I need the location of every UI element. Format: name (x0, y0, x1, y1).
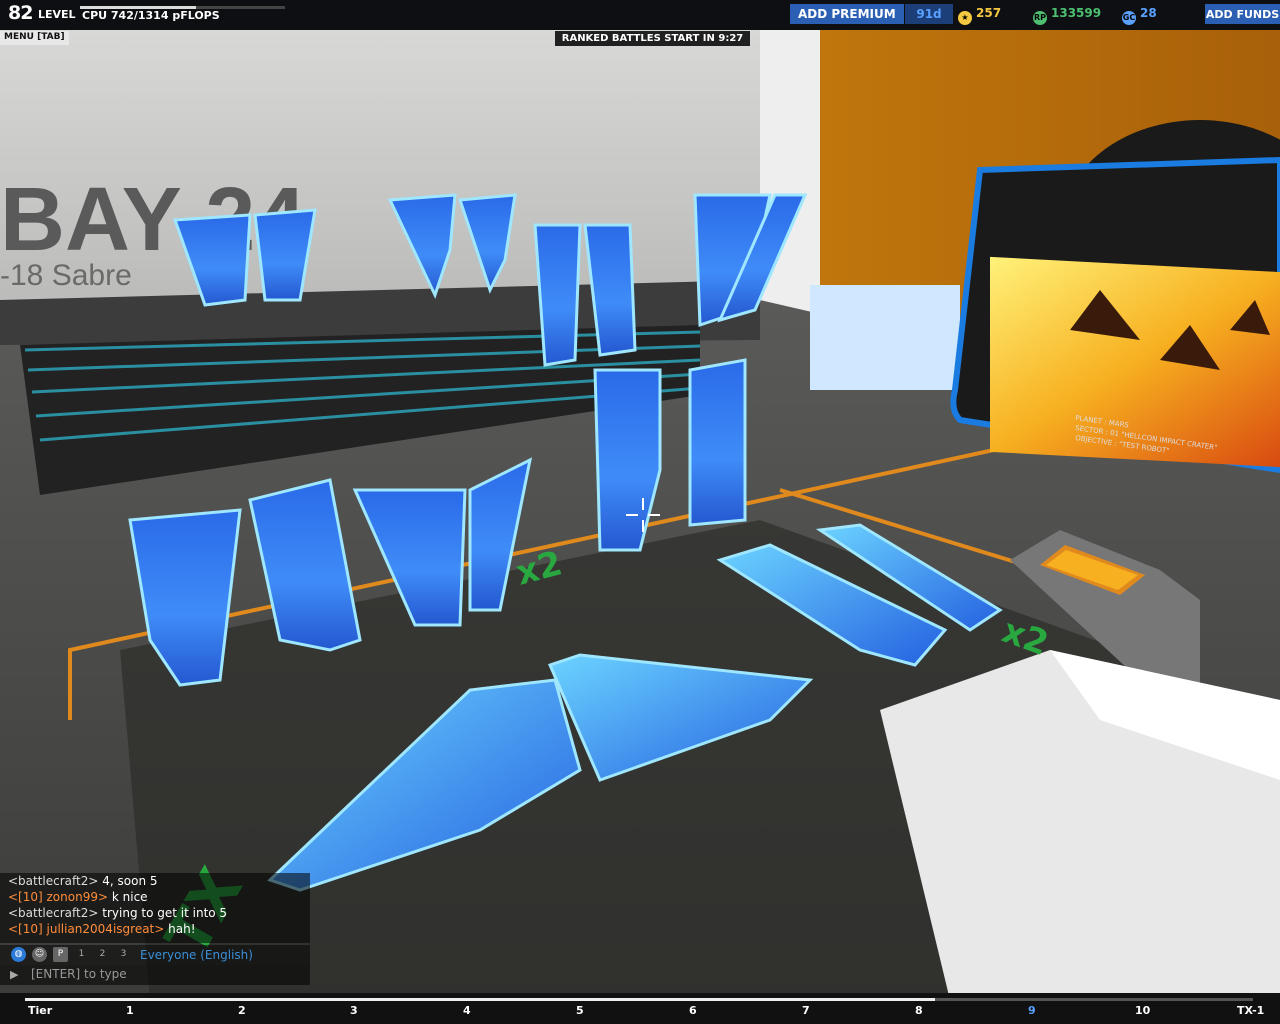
tier-6[interactable]: 6 (689, 1004, 697, 1017)
chat-message: trying to get it into 5 (102, 906, 228, 920)
window (810, 285, 960, 390)
party-icon[interactable]: P (53, 947, 68, 962)
tier-9[interactable]: 9 (1028, 1004, 1036, 1017)
crosshair-icon (626, 498, 660, 532)
ranked-timer: RANKED BATTLES START IN 9:27 (555, 31, 750, 46)
menu-tab-button[interactable]: MENU [TAB] (0, 31, 69, 45)
tier-4[interactable]: 4 (463, 1004, 471, 1017)
chat-line: <battlecraft2> trying to get it into 5 (0, 905, 310, 921)
chat-input[interactable]: ▶ [ENTER] to type (0, 965, 310, 985)
galaxy-coin-icon: GC (1122, 11, 1136, 25)
chat-toolbar: ◍ ☺ P 1 2 3 Everyone (English) (0, 945, 310, 965)
level-label: LEVEL (38, 8, 76, 21)
add-funds-button[interactable]: ADD FUNDS (1205, 4, 1280, 24)
chat-sender: <[10] zonon99> (8, 890, 109, 904)
tier-2[interactable]: 2 (238, 1004, 246, 1017)
tier-8[interactable]: 8 (915, 1004, 923, 1017)
galaxy-coins-counter: GC 28 (1122, 6, 1157, 25)
chat-line: <battlecraft2> 4, soon 5 (0, 873, 310, 889)
galaxy-coins-value: 28 (1140, 6, 1157, 20)
tier-tx1[interactable]: TX-1 (1237, 1004, 1264, 1017)
chat-sender: <battlecraft2> (8, 906, 99, 920)
tier-7[interactable]: 7 (802, 1004, 810, 1017)
chevron-right-icon: ▶ (10, 968, 19, 981)
stars-counter: ★ 257 (958, 6, 1001, 25)
tier-10[interactable]: 10 (1135, 1004, 1150, 1017)
premium-days: 91d (905, 4, 953, 24)
chat-message: hah! (168, 922, 196, 936)
level-number: 82 (8, 2, 33, 24)
tier-bar: Tier 1 2 3 4 5 6 7 8 9 10 TX-1 (0, 993, 1280, 1024)
chat-line: <[10] zonon99> k nice (0, 889, 310, 905)
robits-counter: RP 133599 (1033, 6, 1101, 25)
bay-sublabel: -18 Sabre (0, 259, 132, 292)
tier-label: Tier (28, 1004, 53, 1017)
top-hud: 82 LEVEL CPU 742/1314 pFLOPS ADD PREMIUM… (0, 0, 1280, 30)
star-icon: ★ (958, 11, 972, 25)
channel-2-icon[interactable]: 2 (95, 947, 110, 962)
robits-value: 133599 (1051, 6, 1102, 20)
robits-icon: RP (1033, 11, 1047, 25)
chat-input-placeholder: [ENTER] to type (31, 967, 127, 981)
chat-line: <[10] jullian2004isgreat> hah! (0, 921, 310, 937)
tier-progress-remaining (935, 998, 1253, 1001)
chat-sender: <battlecraft2> (8, 874, 99, 888)
channel-3-icon[interactable]: 3 (116, 947, 131, 962)
monitor-screen: PLANET : MARS SECTOR : 01 "HELLCON IMPAC… (950, 156, 1280, 474)
add-premium-button[interactable]: ADD PREMIUM (790, 4, 904, 24)
chat-channel[interactable]: Everyone (English) (140, 948, 253, 962)
chat-sender: <[10] jullian2004isgreat> (8, 922, 165, 936)
people-icon[interactable]: ☺ (32, 947, 47, 962)
channel-1-icon[interactable]: 1 (74, 947, 89, 962)
tier-progress (25, 998, 935, 1001)
chat-log: <battlecraft2> 4, soon 5 <[10] zonon99> … (0, 873, 310, 943)
tier-1[interactable]: 1 (126, 1004, 134, 1017)
chat-message: 4, soon 5 (102, 874, 158, 888)
cpu-readout: CPU 742/1314 pFLOPS (82, 9, 220, 22)
globe-icon[interactable]: ◍ (11, 947, 26, 962)
stars-value: 257 (976, 6, 1002, 20)
chat-message: k nice (111, 890, 148, 904)
tier-5[interactable]: 5 (576, 1004, 584, 1017)
tier-3[interactable]: 3 (350, 1004, 358, 1017)
